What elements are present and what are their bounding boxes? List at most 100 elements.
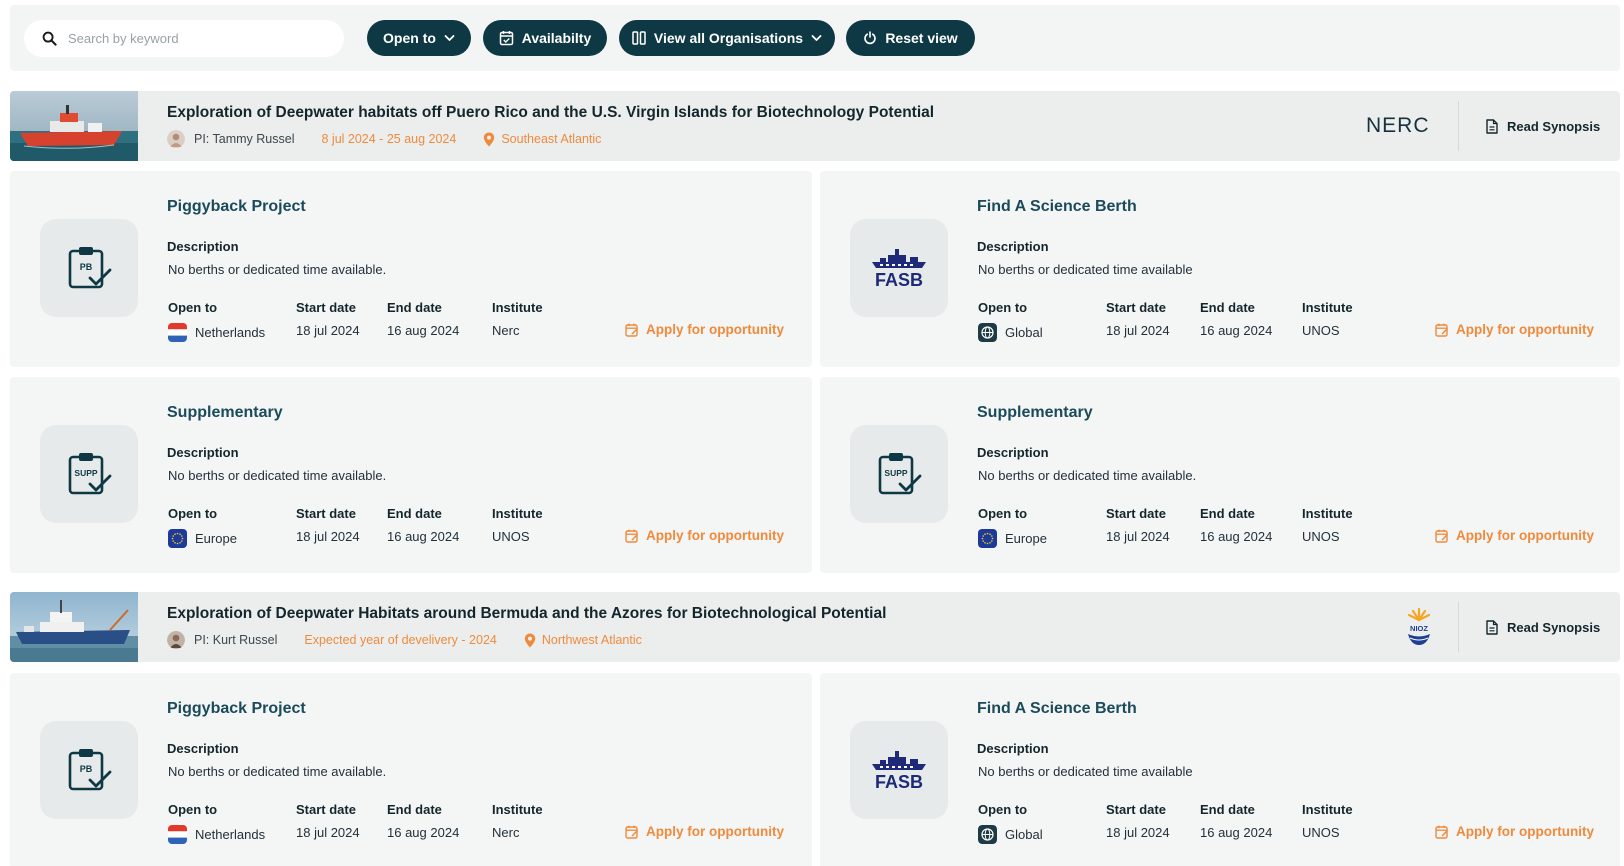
open-to-label: Open to: [168, 802, 218, 817]
calendar-edit-icon: [1435, 529, 1449, 543]
read-synopsis-button[interactable]: Read Synopsis: [1486, 592, 1600, 662]
open-to-value: Global: [978, 323, 1043, 342]
end-date-value: 16 aug 2024: [1200, 323, 1273, 338]
icon-text: PB: [80, 764, 93, 774]
calendar-check-icon: [499, 31, 513, 46]
ship-photo: [10, 592, 138, 662]
availability-button[interactable]: Availabilty: [483, 20, 607, 56]
institute-value: UNOS: [1302, 529, 1340, 544]
organisations-label: View all Organisations: [653, 30, 804, 46]
end-date-label: End date: [1200, 300, 1255, 315]
apply-button[interactable]: Apply for opportunity: [1435, 322, 1594, 337]
apply-label: Apply for opportunity: [646, 824, 784, 839]
open-to-text: Global: [1005, 325, 1043, 340]
end-date-label: End date: [1200, 506, 1255, 521]
institute-label: Institute: [492, 506, 543, 521]
calendar-edit-icon: [625, 323, 639, 337]
reset-view-button[interactable]: Reset view: [846, 20, 975, 56]
institute-value: Nerc: [492, 825, 520, 840]
opportunity-card: FASB Find A Science Berth Description No…: [820, 673, 1620, 866]
apply-button[interactable]: Apply for opportunity: [1435, 528, 1594, 543]
open-to-label: Open to: [168, 300, 218, 315]
start-date-label: Start date: [1106, 300, 1166, 315]
project-header: Exploration of Deepwater Habitats around…: [10, 592, 1620, 662]
header-divider: [1458, 101, 1459, 151]
opportunity-card: SUPP Supplementary Description No berths…: [820, 377, 1620, 573]
description-text: No berths or dedicated time available.: [168, 764, 387, 779]
description-label: Description: [167, 445, 239, 460]
apply-label: Apply for opportunity: [1456, 824, 1594, 839]
opportunity-title[interactable]: Supplementary: [977, 404, 1093, 422]
open-to-text: Europe: [195, 531, 237, 546]
institute-value: UNOS: [1302, 323, 1340, 338]
apply-label: Apply for opportunity: [1456, 322, 1594, 337]
document-icon: [1486, 118, 1498, 134]
open-to-value: Netherlands: [168, 323, 265, 342]
opportunity-title[interactable]: Find A Science Berth: [977, 198, 1137, 216]
icon-text: FASB: [875, 772, 923, 790]
institute-value: UNOS: [492, 529, 530, 544]
start-date-value: 18 jul 2024: [1106, 529, 1170, 544]
project-dates: 8 jul 2024 - 25 aug 2024: [321, 132, 457, 146]
opportunity-title[interactable]: Piggyback Project: [167, 700, 306, 718]
description-text: No berths or dedicated time available: [978, 262, 1193, 277]
project-title[interactable]: Exploration of Deepwater Habitats around…: [167, 605, 886, 623]
open-to-value: Netherlands: [168, 825, 265, 844]
opportunity-title[interactable]: Supplementary: [167, 404, 283, 422]
apply-button[interactable]: Apply for opportunity: [625, 528, 784, 543]
icon-text: SUPP: [74, 468, 97, 478]
opportunity-card: PB Piggyback Project Description No bert…: [10, 673, 812, 866]
start-date-label: Start date: [1106, 802, 1166, 817]
open-to-value: Europe: [168, 529, 237, 548]
organisations-dropdown[interactable]: View all Organisations: [619, 20, 835, 56]
opportunity-title[interactable]: Piggyback Project: [167, 198, 306, 216]
apply-button[interactable]: Apply for opportunity: [625, 322, 784, 337]
start-date-label: Start date: [296, 300, 356, 315]
institute-value: UNOS: [1302, 825, 1340, 840]
nioz-logo: NIOZ: [1405, 592, 1433, 662]
apply-button[interactable]: Apply for opportunity: [625, 824, 784, 839]
apply-label: Apply for opportunity: [1456, 528, 1594, 543]
read-synopsis-button[interactable]: Read Synopsis: [1486, 91, 1600, 161]
org-logo-text: NIOZ: [1410, 624, 1428, 633]
ship-photo: [10, 91, 138, 161]
project-dates: Expected year of develivery - 2024: [304, 633, 497, 647]
start-date-label: Start date: [296, 802, 356, 817]
project-header: Exploration of Deepwater habitats off Pu…: [10, 91, 1620, 161]
institute-value: Nerc: [492, 323, 520, 338]
project-location: Southeast Atlantic: [483, 132, 601, 147]
reset-view-label: Reset view: [885, 30, 958, 46]
open-to-dropdown[interactable]: Open to: [367, 20, 471, 56]
description-label: Description: [977, 239, 1049, 254]
search-input[interactable]: [68, 20, 328, 57]
end-date-value: 16 aug 2024: [1200, 529, 1273, 544]
project-title[interactable]: Exploration of Deepwater habitats off Pu…: [167, 104, 934, 122]
clipboard-supp-icon: SUPP: [40, 425, 138, 523]
institute-label: Institute: [492, 300, 543, 315]
apply-label: Apply for opportunity: [646, 528, 784, 543]
description-label: Description: [167, 741, 239, 756]
description-label: Description: [167, 239, 239, 254]
globe-icon: [978, 825, 997, 844]
start-date-value: 18 jul 2024: [1106, 825, 1170, 840]
description-text: No berths or dedicated time available.: [168, 468, 387, 483]
end-date-label: End date: [387, 802, 442, 817]
end-date-value: 16 aug 2024: [387, 529, 460, 544]
opportunity-title[interactable]: Find A Science Berth: [977, 700, 1137, 718]
icon-text: PB: [80, 262, 93, 272]
document-icon: [1486, 619, 1498, 635]
apply-button[interactable]: Apply for opportunity: [1435, 824, 1594, 839]
end-date-value: 16 aug 2024: [387, 323, 460, 338]
description-text: No berths or dedicated time available.: [978, 468, 1197, 483]
principal-investigator: PI: Tammy Russel: [194, 132, 295, 146]
end-date-label: End date: [1200, 802, 1255, 817]
description-text: No berths or dedicated time available: [978, 764, 1193, 779]
read-synopsis-label: Read Synopsis: [1507, 118, 1601, 134]
chevron-down-icon: [811, 35, 822, 41]
search-box[interactable]: [24, 20, 344, 57]
calendar-edit-icon: [625, 825, 639, 839]
location-pin-icon: [484, 132, 495, 146]
description-text: No berths or dedicated time available.: [168, 262, 387, 277]
header-divider: [1458, 602, 1459, 652]
opportunity-card: PB Piggyback Project Description No bert…: [10, 171, 812, 367]
